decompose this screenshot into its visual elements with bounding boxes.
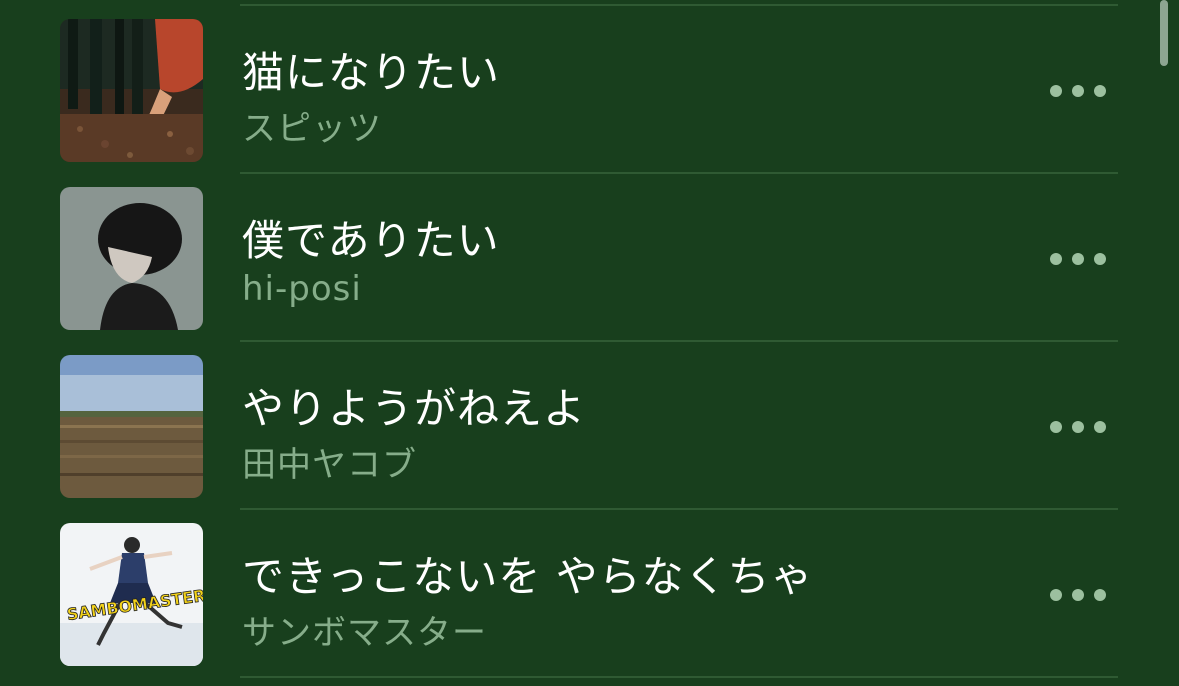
separator xyxy=(240,4,1118,6)
more-icon[interactable] xyxy=(1050,81,1106,101)
song-title: 猫になりたい xyxy=(242,48,501,97)
separator xyxy=(240,172,1118,174)
song-row-3[interactable]: やりようがねえよ 田中ヤコブ xyxy=(0,355,1179,523)
separator xyxy=(240,508,1118,510)
song-row-4[interactable]: SAMBOMASTER できっこないを やらなくちゃ サンボマスター xyxy=(0,523,1179,686)
song-title: 僕でありたい xyxy=(242,216,500,265)
song-artist: スピッツ xyxy=(242,109,382,149)
song-artist: サンボマスター xyxy=(242,613,487,653)
song-row-1[interactable]: 猫になりたい スピッツ xyxy=(0,19,1179,187)
album-art-bamboo xyxy=(60,19,203,162)
song-title: できっこないを やらなくちゃ xyxy=(242,552,814,601)
album-art-field xyxy=(60,355,203,498)
song-artist: 田中ヤコブ xyxy=(242,445,417,485)
more-icon[interactable] xyxy=(1050,585,1106,605)
album-art-sambomaster: SAMBOMASTER xyxy=(60,523,203,666)
scrollbar[interactable] xyxy=(1160,0,1168,66)
album-art-portrait xyxy=(60,187,203,330)
song-title: やりようがねえよ xyxy=(242,384,587,433)
song-list: 猫になりたい スピッツ 僕でありたい hi-posi やりようがねえよ 田中ヤコ… xyxy=(0,0,1179,686)
song-artist: hi-posi xyxy=(242,269,362,309)
more-icon[interactable] xyxy=(1050,417,1106,437)
separator xyxy=(240,676,1118,678)
song-row-2[interactable]: 僕でありたい hi-posi xyxy=(0,187,1179,355)
more-icon[interactable] xyxy=(1050,249,1106,269)
separator xyxy=(240,340,1118,342)
